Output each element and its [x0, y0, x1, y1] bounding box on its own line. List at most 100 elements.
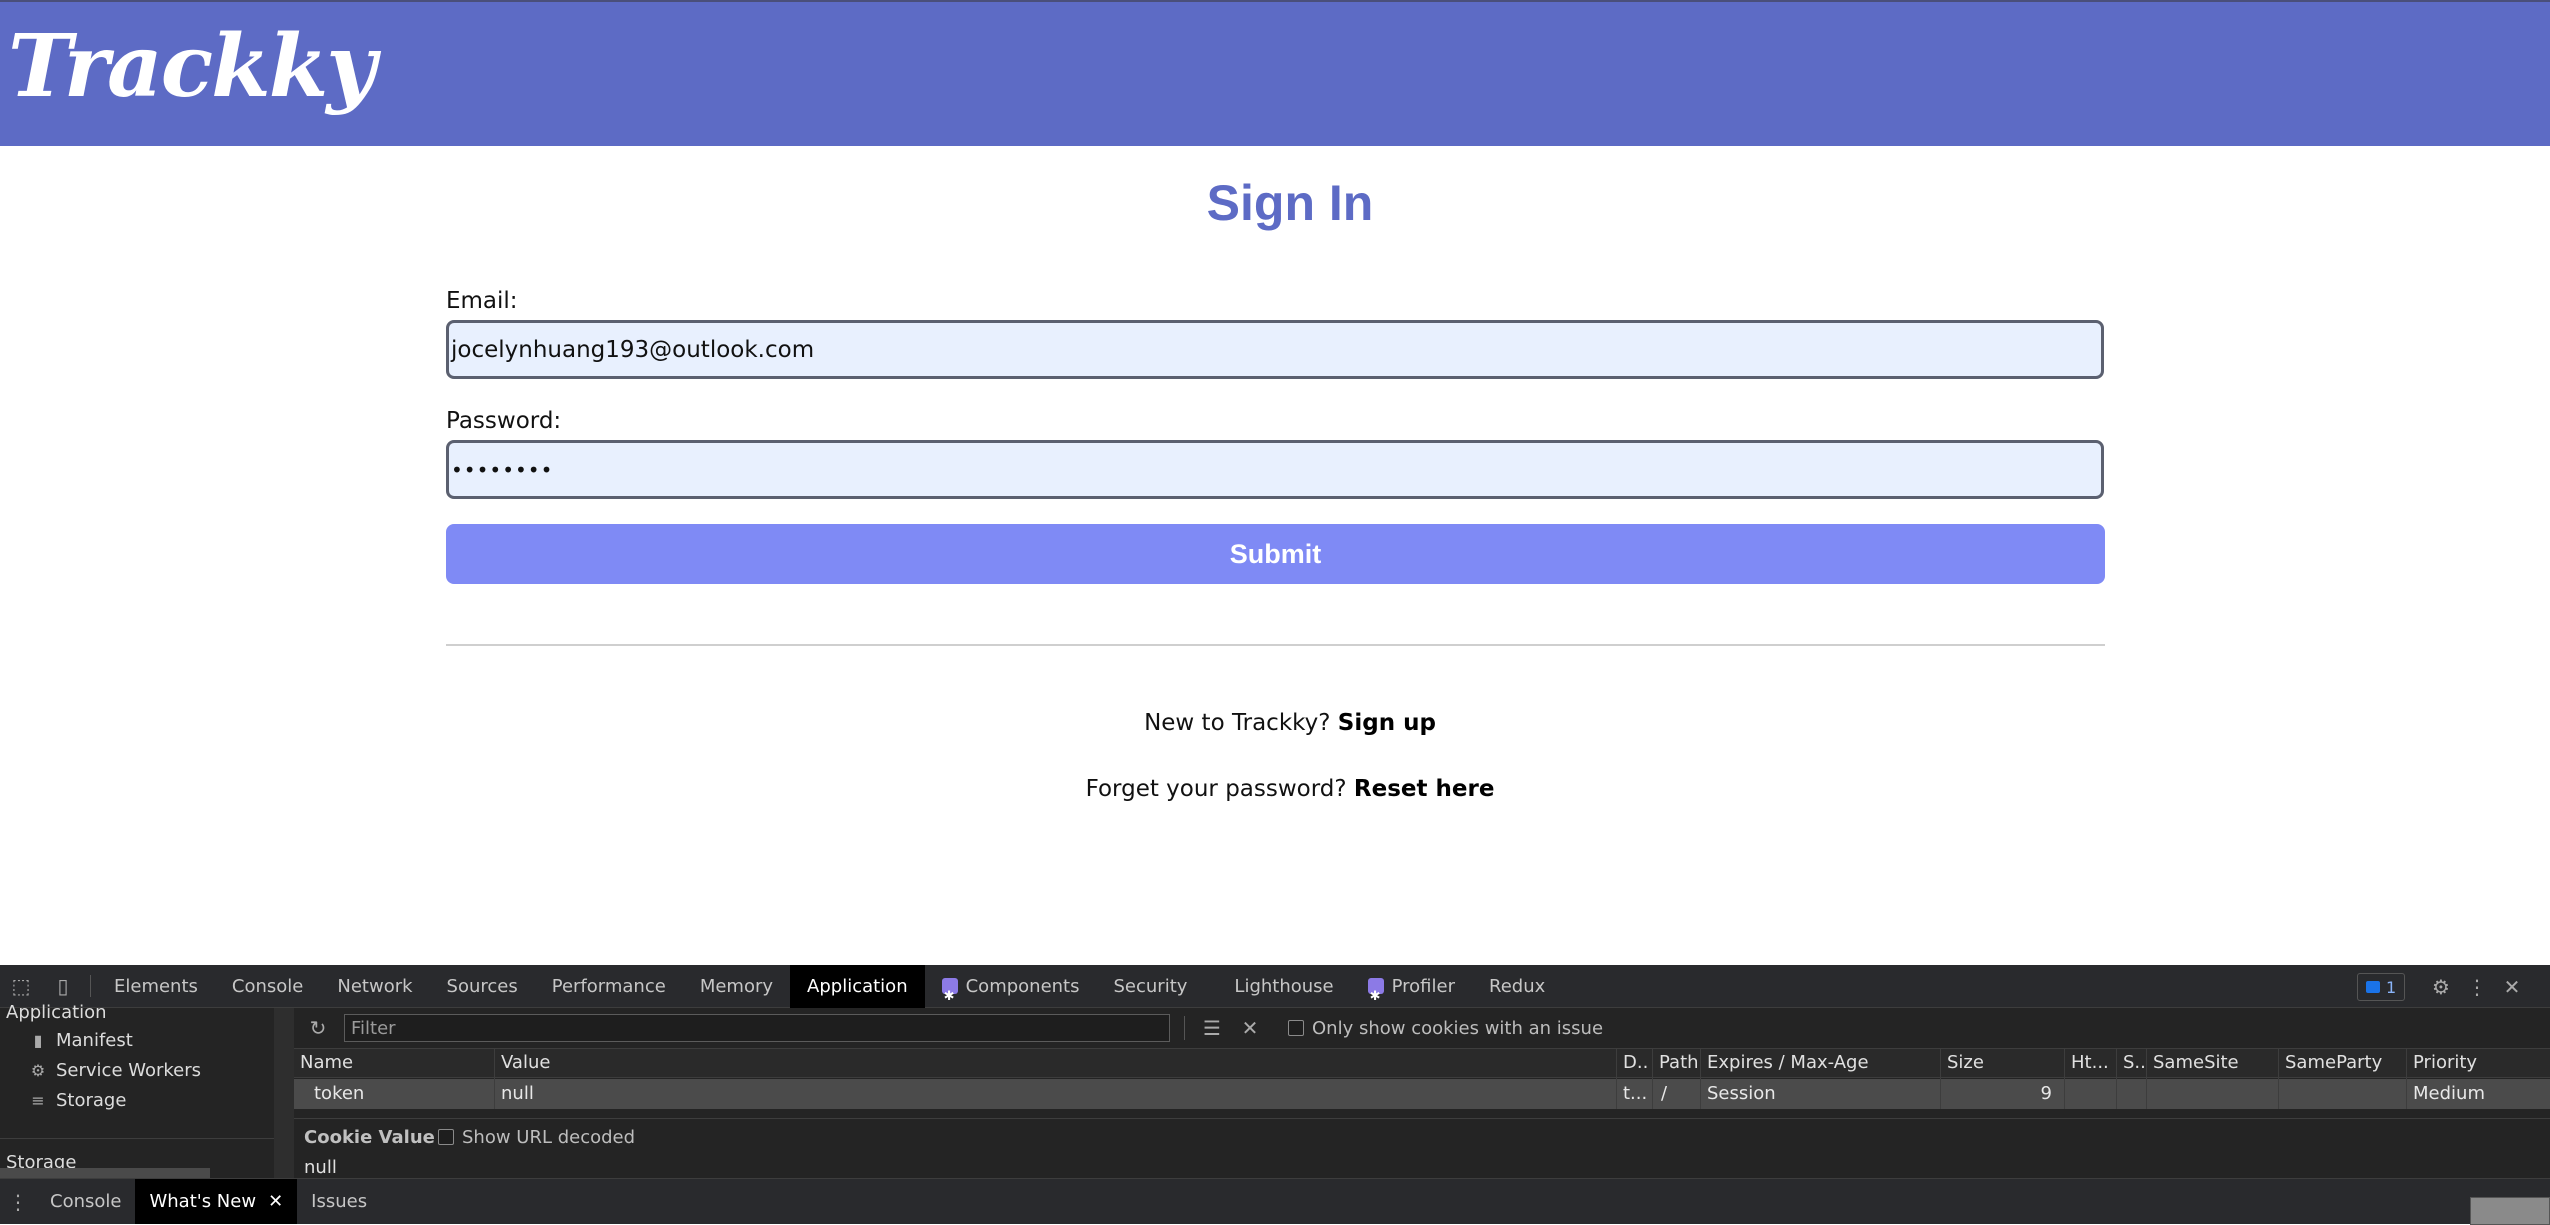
tab-performance[interactable]: Performance — [535, 965, 683, 1008]
tab-network[interactable]: Network — [320, 965, 429, 1008]
cookies-table-header: Name Value D.. Path Expires / Max-Age Si… — [294, 1048, 2550, 1079]
separator — [1184, 1016, 1185, 1040]
column-size[interactable]: Size — [1940, 1049, 2064, 1079]
cookie-value-label: Cookie Value — [304, 1127, 435, 1148]
tab-memory[interactable]: Memory — [683, 965, 790, 1008]
drawer-overlay-button[interactable] — [2470, 1197, 2550, 1225]
column-value[interactable]: Value — [494, 1049, 1616, 1079]
only-issues-label: Only show cookies with an issue — [1312, 1018, 1604, 1039]
drawer-tab-label: What's New — [149, 1191, 257, 1212]
app-header: Trackky — [0, 0, 2550, 146]
filter-input[interactable]: Filter — [344, 1014, 1170, 1042]
issues-icon — [2366, 981, 2380, 993]
checkbox[interactable] — [1288, 1020, 1304, 1036]
tab-profiler-label: Profiler — [1391, 975, 1455, 997]
drawer-tab-issues[interactable]: Issues — [297, 1179, 381, 1224]
trackky-logo[interactable]: Trackky — [8, 16, 376, 117]
cookie-value-panel: Cookie Value Show URL decoded null — [294, 1118, 2550, 1179]
delete-icon[interactable]: ✕ — [1236, 1014, 1264, 1042]
column-name[interactable]: Name — [294, 1049, 494, 1079]
cookies-view: ↻ Filter ☰ ✕ Only show cookies with an i… — [294, 1008, 2550, 1178]
column-expires[interactable]: Expires / Max-Age — [1700, 1049, 1940, 1079]
only-issues-checkbox[interactable]: Only show cookies with an issue — [1288, 1018, 1603, 1039]
column-secure[interactable]: S.. — [2116, 1049, 2146, 1079]
cell-name: token — [314, 1083, 365, 1104]
cell-path: / — [1652, 1079, 1700, 1109]
sidebar-scrollbar[interactable] — [0, 1168, 210, 1178]
sidebar-resizer[interactable] — [274, 1008, 294, 1178]
cookie-value-text: null — [304, 1157, 337, 1178]
column-path[interactable]: Path — [1652, 1049, 1700, 1079]
cell-value: null — [494, 1079, 1616, 1109]
tab-lighthouse[interactable]: Lighthouse — [1204, 965, 1350, 1008]
column-domain[interactable]: D.. — [1616, 1049, 1652, 1079]
password-label: Password: — [446, 408, 562, 434]
show-url-decoded-label: Show URL decoded — [462, 1127, 636, 1148]
drawer-tab-console[interactable]: Console — [36, 1179, 135, 1224]
separator — [90, 975, 91, 997]
sidebar-item-manifest[interactable]: ▮ Manifest — [30, 1030, 133, 1051]
devtools-tab-bar: ⬚ ▯ Elements Console Network Sources Per… — [0, 964, 2550, 1018]
reset-line: Forget your password? Reset here — [0, 776, 2550, 802]
signup-line: New to Trackky? Sign up — [0, 710, 2550, 736]
database-icon: ≡ — [31, 1091, 45, 1110]
column-sameparty[interactable]: SameParty — [2278, 1049, 2406, 1079]
cell-sameparty — [2278, 1079, 2406, 1109]
tab-components[interactable]: Components — [925, 965, 1097, 1018]
issues-badge[interactable]: 1 — [2357, 973, 2406, 1001]
cell-samesite — [2146, 1079, 2278, 1109]
devtools-actions: ⚙ ⋮ ✕ — [2420, 965, 2532, 1008]
column-samesite[interactable]: SameSite — [2146, 1049, 2278, 1079]
reset-link[interactable]: Reset here — [1354, 776, 1495, 802]
devtools-panel: ⬚ ▯ Elements Console Network Sources Per… — [0, 964, 2550, 1225]
drawer-menu-icon[interactable]: ⋮ — [0, 1180, 36, 1223]
signup-link[interactable]: Sign up — [1338, 710, 1436, 736]
tab-console[interactable]: Console — [215, 965, 320, 1008]
drawer-tab-whats-new[interactable]: What's New ✕ — [135, 1179, 298, 1224]
column-httponly[interactable]: Ht... — [2064, 1049, 2116, 1079]
email-label: Email: — [446, 288, 518, 314]
close-icon[interactable]: ✕ — [2492, 965, 2532, 1008]
devtools-drawer: ⋮ Console What's New ✕ Issues — [0, 1178, 2550, 1225]
tab-application[interactable]: Application — [790, 964, 925, 1008]
cell-domain: t... — [1616, 1079, 1652, 1109]
divider — [446, 644, 2105, 646]
column-priority[interactable]: Priority — [2406, 1049, 2550, 1079]
sidebar-item-label: Storage — [56, 1090, 127, 1111]
sidebar-item-service-workers[interactable]: ⚙ Service Workers — [30, 1060, 201, 1081]
react-icon — [1367, 975, 1384, 1018]
tab-elements[interactable]: Elements — [97, 965, 215, 1008]
react-icon — [941, 975, 958, 1018]
close-icon[interactable]: ✕ — [268, 1191, 283, 1212]
password-input[interactable]: •••••••• — [446, 440, 2104, 499]
cell-secure — [2116, 1079, 2146, 1109]
show-url-decoded-checkbox[interactable]: Show URL decoded — [438, 1127, 635, 1148]
sidebar-item-label: Manifest — [56, 1030, 133, 1051]
tab-components-label: Components — [965, 975, 1080, 997]
application-sidebar: Application ▮ Manifest ⚙ Service Workers… — [0, 1002, 294, 1178]
cookies-toolbar: ↻ Filter ☰ ✕ Only show cookies with an i… — [294, 1008, 2550, 1048]
table-row[interactable]: token null t... / Session 9 Medium — [294, 1079, 2550, 1109]
sidebar-section-application: Application — [6, 1002, 107, 1023]
sidebar-item-label: Service Workers — [56, 1060, 202, 1081]
cell-size: 9 — [1940, 1079, 2064, 1109]
settings-gear-icon[interactable]: ⚙ — [2420, 965, 2462, 1008]
tab-profiler[interactable]: Profiler — [1351, 965, 1472, 1018]
cell-expires: Session — [1700, 1079, 1940, 1109]
more-options-icon[interactable]: ⋮ — [2462, 965, 2492, 1008]
tab-redux[interactable]: Redux — [1472, 965, 1562, 1008]
submit-button[interactable]: Submit — [446, 524, 2105, 584]
clear-filtered-icon[interactable]: ☰ — [1198, 1014, 1226, 1042]
cell-httponly — [2064, 1079, 2116, 1109]
cell-priority: Medium — [2406, 1079, 2550, 1109]
refresh-icon[interactable]: ↻ — [304, 1014, 332, 1042]
tab-security[interactable]: Security — [1097, 965, 1205, 1008]
email-input[interactable]: jocelynhuang193@outlook.com — [446, 320, 2104, 379]
reset-prompt: Forget your password? — [1085, 776, 1347, 802]
gear-icon: ⚙ — [30, 1061, 46, 1080]
sidebar-item-storage[interactable]: ≡ Storage — [30, 1090, 126, 1111]
tab-sources[interactable]: Sources — [430, 965, 535, 1008]
checkbox[interactable] — [438, 1129, 454, 1145]
page-title: Sign In — [1206, 175, 1374, 231]
file-icon: ▮ — [33, 1031, 43, 1050]
